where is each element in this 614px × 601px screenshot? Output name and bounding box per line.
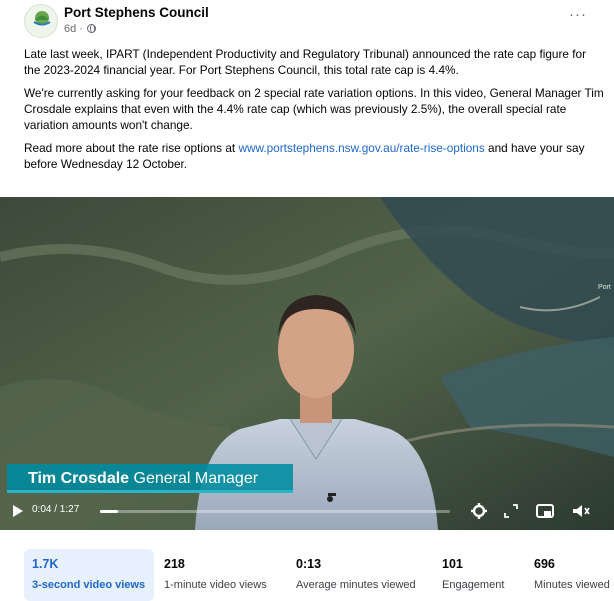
paragraph-3-prefix: Read more about the rate rise options at xyxy=(24,141,239,155)
post-time[interactable]: 6d · xyxy=(64,23,83,35)
stat-label: 1-minute video views xyxy=(164,579,267,591)
stat-value: 0:13 xyxy=(296,557,322,571)
stat-value: 101 xyxy=(442,557,463,571)
video-controls: 0:04 / 1:27 xyxy=(0,497,614,530)
caption-name: Tim Crosdale xyxy=(28,470,130,487)
video-insights: 1.7K 3-second video views 218 1-minute v… xyxy=(24,549,614,601)
post-paragraph-2: We're currently asking for your feedback… xyxy=(24,86,604,132)
play-icon[interactable] xyxy=(13,505,23,517)
video-progress-fill xyxy=(100,510,118,513)
stat-label: Engagement xyxy=(442,579,505,591)
caption-role: General Manager xyxy=(129,470,259,487)
stat-label: 3-second video views xyxy=(32,579,146,591)
stat-minutes-viewed[interactable]: 696 Minutes viewed xyxy=(526,549,614,601)
stat-engagement[interactable]: 101 Engagement xyxy=(434,549,524,601)
video-caption: Tim Crosdale General Manager xyxy=(28,470,258,488)
stat-average-minutes-viewed[interactable]: 0:13 Average minutes viewed xyxy=(288,549,428,601)
more-options-button[interactable]: ··· xyxy=(560,6,596,30)
stat-1-minute-views[interactable]: 218 1-minute video views xyxy=(156,549,284,601)
stat-value: 696 xyxy=(534,557,555,571)
post-header: Port Stephens Council 6d · ··· xyxy=(0,0,614,42)
post-paragraph-3: Read more about the rate rise options at… xyxy=(24,140,604,172)
stat-label: Minutes viewed xyxy=(534,579,610,591)
settings-gear-icon[interactable] xyxy=(468,501,490,521)
stat-value: 1.7K xyxy=(32,557,59,571)
video-progress-bar[interactable] xyxy=(100,510,450,513)
fullscreen-icon[interactable] xyxy=(500,501,522,521)
stat-3-second-views[interactable]: 1.7K 3-second video views xyxy=(24,549,154,601)
post-meta: 6d · xyxy=(64,23,97,35)
rate-rise-options-link[interactable]: www.portstephens.nsw.gov.au/rate-rise-op… xyxy=(238,141,484,155)
post-paragraph-1: Late last week, IPART (Independent Produ… xyxy=(24,47,586,77)
map-label: Port xyxy=(598,284,611,291)
public-globe-icon xyxy=(87,24,97,33)
page-name[interactable]: Port Stephens Council xyxy=(64,5,209,20)
video-time: 0:04 / 1:27 xyxy=(32,504,80,515)
volume-icon[interactable] xyxy=(570,501,592,521)
page-avatar[interactable] xyxy=(24,4,58,38)
council-logo-icon xyxy=(30,11,54,33)
stat-value: 218 xyxy=(164,557,185,571)
post-text: Late last week, IPART (Independent Produ… xyxy=(24,46,604,179)
picture-in-picture-icon[interactable] xyxy=(534,501,556,521)
stat-label: Average minutes viewed xyxy=(296,579,416,591)
